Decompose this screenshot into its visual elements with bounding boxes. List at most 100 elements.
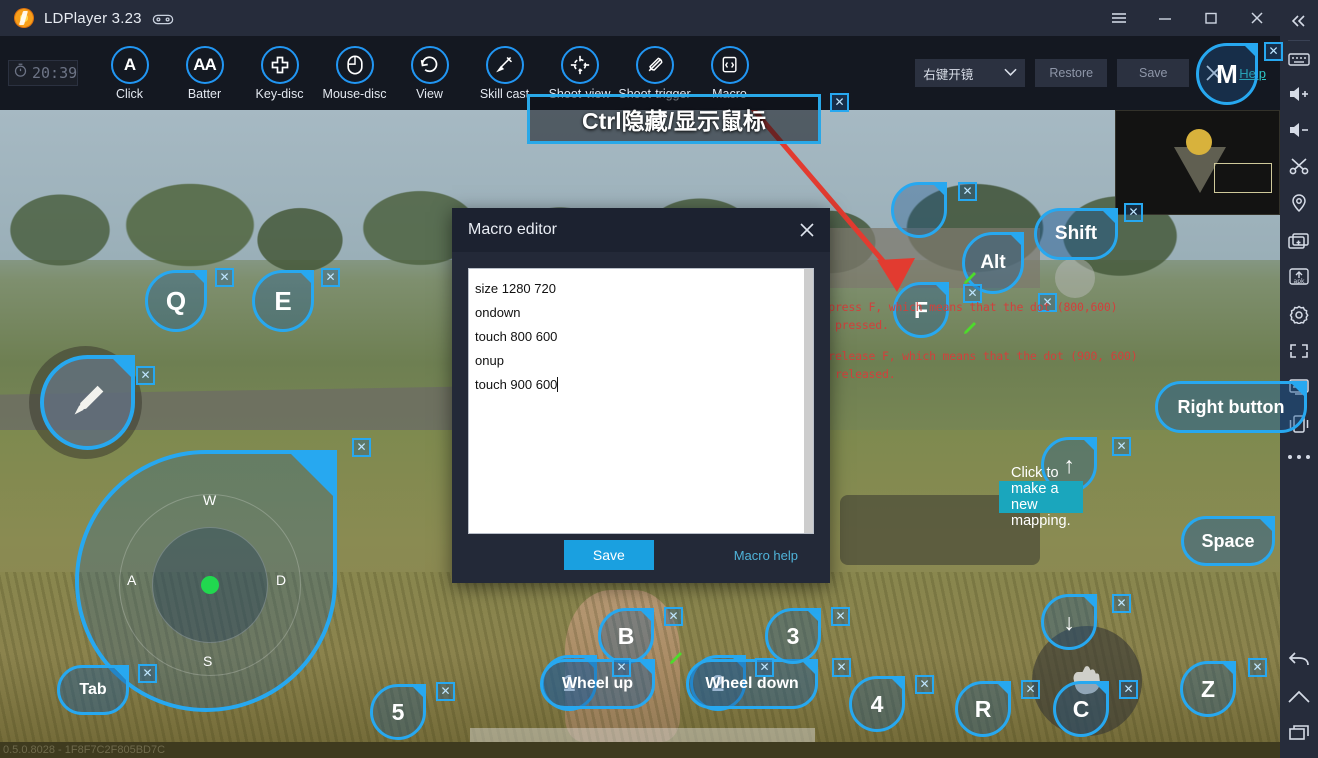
mapping-label: B: [617, 622, 635, 649]
tool-click[interactable]: A Click: [92, 45, 167, 101]
mapping-key-space[interactable]: Space: [1181, 516, 1275, 566]
window-controls: [1096, 0, 1280, 36]
mapping-key-right-button[interactable]: Right button: [1155, 381, 1307, 433]
sidebar-item-more[interactable]: [1288, 443, 1310, 471]
dialog-close-button[interactable]: [790, 213, 824, 247]
edit-pencil-icon-wheel[interactable]: [668, 650, 682, 664]
mapping-key-tab[interactable]: Tab: [57, 665, 129, 715]
sidebar-item-home[interactable]: [1280, 679, 1318, 715]
editor-scrollbar-thumb[interactable]: [804, 269, 813, 533]
sidebar-item-fullscreen[interactable]: [1280, 333, 1318, 369]
maximize-button[interactable]: [1188, 0, 1234, 36]
mapping-key-arrow-down[interactable]: ↓: [1041, 594, 1097, 650]
sidebar-item-recents[interactable]: [1280, 715, 1318, 758]
tool-key-disc[interactable]: Key-disc: [242, 45, 317, 101]
mapping-key-r[interactable]: R: [955, 681, 1011, 737]
mapping-key-wheel-up[interactable]: Wheel up: [540, 659, 655, 709]
tool-batter[interactable]: AA Batter: [167, 45, 242, 101]
delete-mapping-unlabeled[interactable]: ✕: [958, 182, 977, 201]
delete-mapping-hint[interactable]: ✕: [830, 93, 849, 112]
tool-mouse-disc[interactable]: Mouse-disc: [317, 45, 392, 101]
macro-code-editor[interactable]: size 1280 720 ondown touch 800 600 onup …: [468, 268, 814, 534]
mapping-key-wheel-down[interactable]: Wheel down: [686, 659, 818, 709]
app-title: LDPlayer 3.23: [44, 9, 142, 27]
sidebar-item-location[interactable]: [1280, 184, 1318, 222]
wheel-center-dot[interactable]: [201, 576, 219, 594]
tool-skill-cast[interactable]: Skill cast: [467, 45, 542, 101]
mapping-key-4[interactable]: 4: [849, 676, 905, 732]
mapping-key-q[interactable]: Q: [145, 270, 207, 332]
mapping-label: R: [974, 695, 992, 722]
tool-macro[interactable]: Macro: [692, 45, 767, 101]
mapping-key-z[interactable]: Z: [1180, 661, 1236, 717]
status-text: 0.5.0.8028 - 1F8F7C2F805BD7C: [3, 744, 166, 756]
sidebar-item-back[interactable]: [1280, 641, 1318, 679]
delete-mapping-5[interactable]: ✕: [436, 682, 455, 701]
save-label: Save: [1139, 66, 1168, 80]
mapping-key-m[interactable]: M: [1196, 43, 1258, 105]
save-keymap-button[interactable]: Save: [1117, 59, 1190, 87]
tool-label: Key-disc: [255, 86, 304, 101]
gamepad-icon[interactable]: [152, 12, 174, 25]
delete-mapping-wheel-down[interactable]: ✕: [755, 658, 774, 677]
editor-scrollbar[interactable]: [804, 269, 813, 533]
dialog-save-button[interactable]: Save: [563, 540, 654, 570]
mapping-key-e[interactable]: E: [252, 270, 314, 332]
macro-editor-dialog: Macro editor size 1280 720 ondown touch …: [452, 208, 830, 583]
tool-shoot-trigger[interactable]: Shoot-trigger: [617, 45, 692, 101]
scheme-select[interactable]: 右键开镜: [915, 59, 1026, 87]
delete-mapping-z[interactable]: ✕: [1248, 658, 1267, 677]
sidebar-item-volume-up[interactable]: [1280, 76, 1318, 112]
tool-shoot-view[interactable]: Shoot-view: [542, 45, 617, 101]
mapping-key-5[interactable]: 5: [370, 684, 426, 740]
mapping-key-shift[interactable]: Shift: [1034, 208, 1118, 260]
ctrl-hint-text: Ctrl隐藏/显示鼠标: [582, 108, 766, 134]
delete-mapping-r[interactable]: ✕: [1021, 680, 1040, 699]
delete-mapping-b[interactable]: ✕: [664, 607, 683, 626]
key-disc-icon: [260, 45, 299, 84]
minimap[interactable]: [1115, 110, 1280, 215]
delete-mapping-e[interactable]: ✕: [321, 268, 340, 287]
delete-mapping-wheel-up[interactable]: ✕: [612, 658, 631, 677]
delete-mapping-knife[interactable]: ✕: [136, 366, 155, 385]
mapping-label: Z: [1200, 675, 1216, 702]
sidebar-item-screenshot[interactable]: [1280, 148, 1318, 184]
edit-pencil-icon-f[interactable]: [962, 270, 976, 284]
mapping-label: Right button: [1177, 396, 1285, 417]
sidebar-item-install-apk[interactable]: apk: [1280, 258, 1318, 295]
mapping-key-b[interactable]: B: [598, 608, 654, 664]
delete-mapping-wheel-down-2[interactable]: ✕: [832, 658, 851, 677]
mapping-knife-skill[interactable]: [40, 355, 135, 450]
mapping-key-c[interactable]: C: [1053, 681, 1109, 737]
delete-mapping-wheel[interactable]: ✕: [352, 438, 371, 457]
mapping-label: C: [1072, 695, 1090, 722]
sidebar-item-collapse[interactable]: [1280, 4, 1318, 38]
dialog-header: Macro editor: [452, 208, 830, 252]
delete-mapping-tab[interactable]: ✕: [138, 664, 157, 683]
macro-help-link[interactable]: Macro help: [734, 548, 798, 563]
delete-mapping-q[interactable]: ✕: [215, 268, 234, 287]
tool-view[interactable]: View: [392, 45, 467, 101]
delete-mapping-shift[interactable]: ✕: [1124, 203, 1143, 222]
delete-mapping-m[interactable]: ✕: [1264, 42, 1283, 61]
mic-mute-icon[interactable]: [1055, 258, 1095, 298]
sidebar-item-volume-down[interactable]: [1280, 112, 1318, 148]
wheel-label-w: W: [203, 492, 217, 508]
edit-pencil-icon-f2[interactable]: [962, 320, 976, 334]
sidebar-item-multi-instance[interactable]: [1280, 222, 1318, 258]
delete-mapping-arrow-up[interactable]: ✕: [1112, 437, 1131, 456]
menu-button[interactable]: [1096, 0, 1142, 36]
minimize-button[interactable]: [1142, 0, 1188, 36]
close-button[interactable]: [1234, 0, 1280, 36]
delete-mapping-arrow-down[interactable]: ✕: [1112, 594, 1131, 613]
sidebar-item-settings[interactable]: [1280, 295, 1318, 333]
mapping-label: ↓: [1063, 608, 1075, 635]
sidebar-item-keyboard[interactable]: [1280, 43, 1318, 76]
stopwatch-icon: [13, 63, 28, 83]
delete-mapping-c[interactable]: ✕: [1119, 680, 1138, 699]
recording-timer: 20:39: [8, 60, 78, 86]
restore-button[interactable]: Restore: [1035, 59, 1108, 87]
delete-mapping-3[interactable]: ✕: [831, 607, 850, 626]
mapping-key-3[interactable]: 3: [765, 608, 821, 664]
delete-mapping-4[interactable]: ✕: [915, 675, 934, 694]
